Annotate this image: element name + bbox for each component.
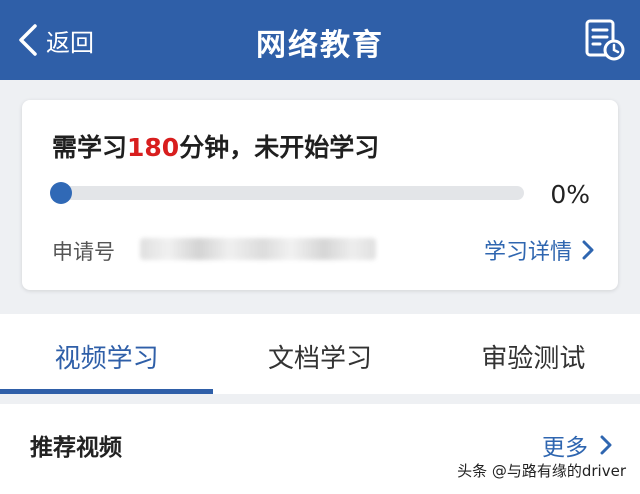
top-bar: 返回 网络教育 xyxy=(0,0,640,80)
study-details-label: 学习详情 xyxy=(483,240,572,265)
active-tab-indicator xyxy=(0,389,213,394)
study-record-button[interactable] xyxy=(584,18,626,62)
document-clock-icon xyxy=(585,19,625,61)
recommended-videos-section: 推荐视频 更多 头条 @与路有缘的driver xyxy=(0,404,640,494)
chevron-right-icon xyxy=(600,435,612,455)
chevron-right-icon xyxy=(582,240,594,260)
application-number-label: 申请号 xyxy=(52,240,115,264)
application-number-redacted xyxy=(140,238,376,260)
more-videos-link[interactable]: 更多 xyxy=(542,428,612,462)
study-requirement: 需学习180分钟，未开始学习 xyxy=(52,128,379,164)
page-title: 网络教育 xyxy=(256,28,384,63)
progress-knob xyxy=(50,182,72,204)
tab-review-test[interactable]: 审验测试 xyxy=(427,314,640,394)
requirement-prefix: 需学习 xyxy=(52,133,128,162)
required-minutes: 180 xyxy=(127,133,180,162)
study-progress-card: 需学习180分钟，未开始学习 0% 申请号 学习详情 xyxy=(22,100,618,290)
watermark: 头条 @与路有缘的driver xyxy=(457,462,626,480)
progress-percent: 0% xyxy=(550,180,590,209)
requirement-suffix: 分钟，未开始学习 xyxy=(179,133,380,162)
study-tabs: 视频学习 文档学习 审验测试 xyxy=(0,314,640,394)
study-details-link[interactable]: 学习详情 xyxy=(484,234,594,266)
tab-document-study[interactable]: 文档学习 xyxy=(213,314,426,394)
section-title: 推荐视频 xyxy=(30,435,122,461)
more-label: 更多 xyxy=(542,435,588,461)
progress-bar xyxy=(50,182,524,204)
tab-video-study[interactable]: 视频学习 xyxy=(0,314,213,394)
